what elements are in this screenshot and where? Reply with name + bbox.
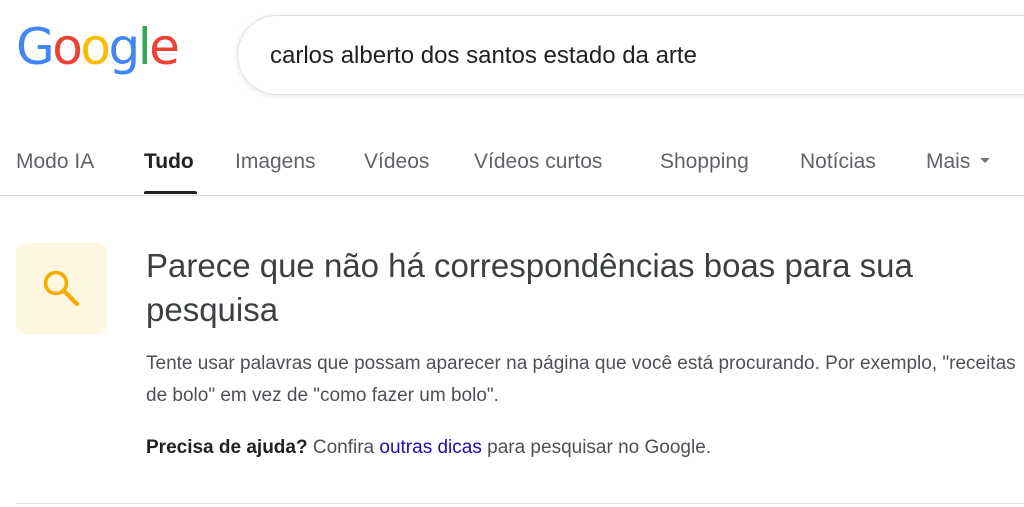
tab-tudo[interactable]: Tudo [144,148,194,176]
help-pre: Confira [307,437,380,458]
tab-imagens[interactable]: Imagens [235,148,316,176]
no-results-icon-tile [16,243,107,334]
other-tips-link[interactable]: outras dicas [379,437,481,458]
header-divider [0,195,1024,196]
caret-down-icon [980,157,991,163]
no-results-heading: Parece que não há correspondências boas … [146,247,913,328]
help-post: para pesquisar no Google. [481,437,712,458]
search-tabs: Modo IA Tudo Imagens Vídeos Vídeos curto… [0,0,1024,196]
tab-mais-label: Mais [926,150,971,173]
footer-divider [16,503,1024,504]
tab-noticias[interactable]: Notícias [800,148,876,176]
search-suggestion-text: Tente usar palavras que possam aparecer … [146,353,1016,406]
tab-modo-ia[interactable]: Modo IA [16,148,94,176]
tab-videos-curtos[interactable]: Vídeos curtos [474,148,602,176]
tab-videos[interactable]: Vídeos [364,148,429,176]
tab-mais[interactable]: Mais [926,148,991,176]
active-tab-indicator [144,191,197,194]
search-icon [43,270,80,307]
search-results-page: Google Modo IA Tudo Imagens Vídeos Vídeo… [0,0,1024,507]
help-text: Precisa de ajuda? Confira outras dicas p… [146,432,711,464]
tab-shopping[interactable]: Shopping [660,148,749,176]
help-bold: Precisa de ajuda? [146,437,308,458]
